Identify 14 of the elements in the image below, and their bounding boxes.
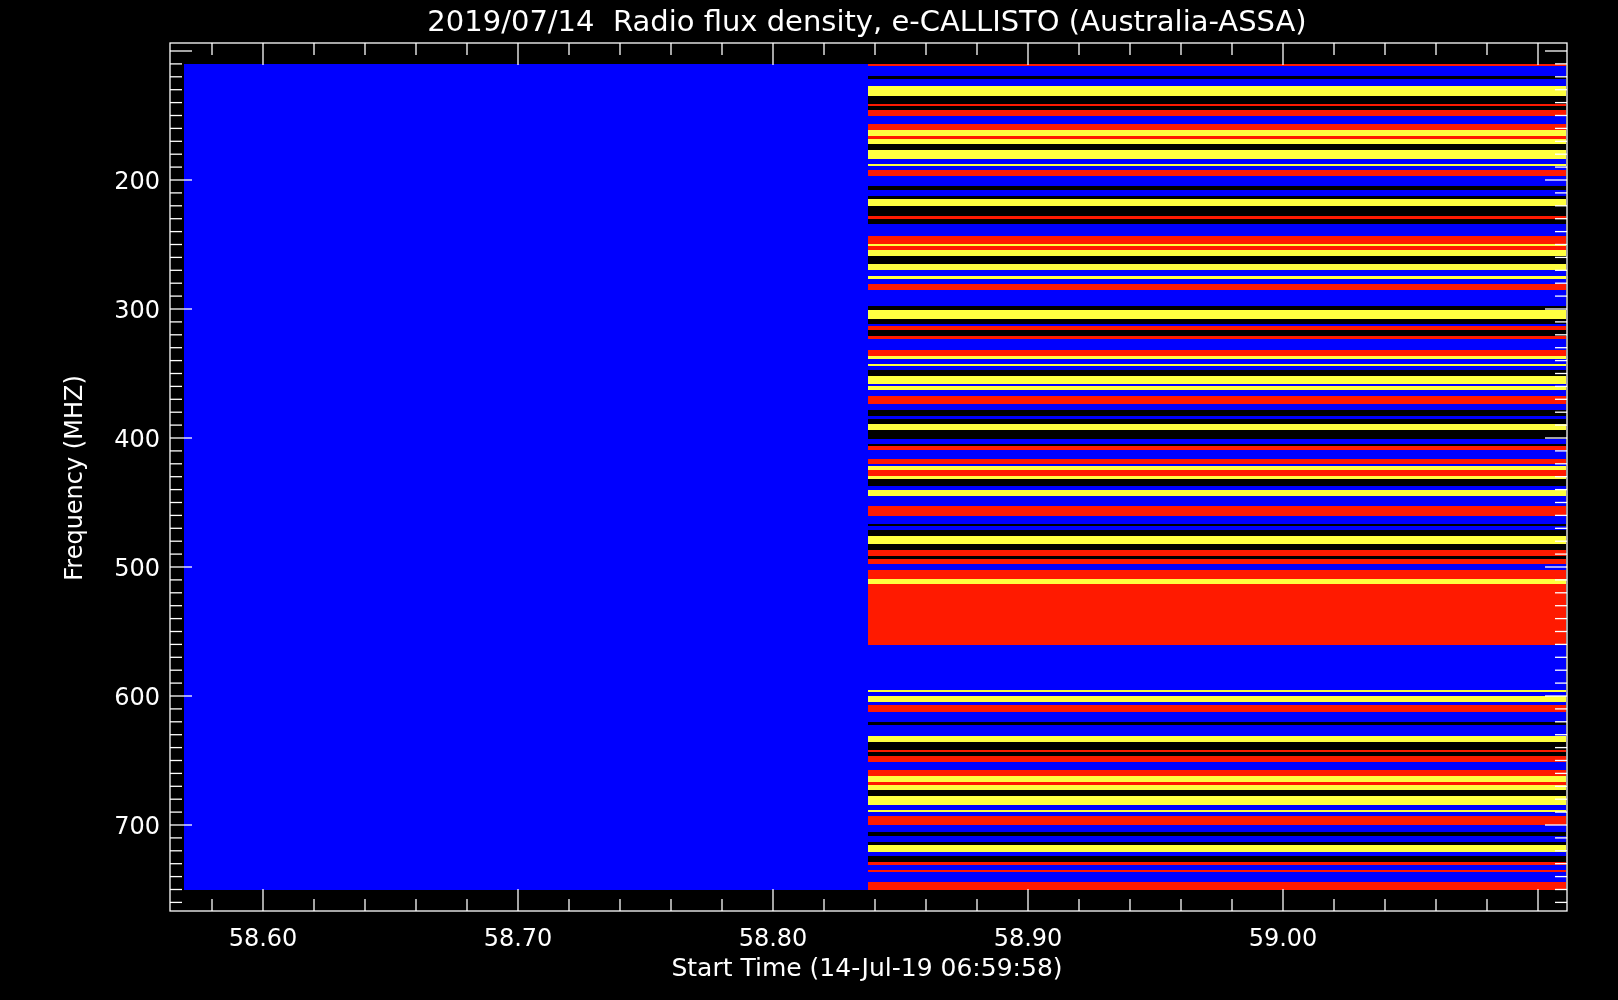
y-tick-label: 700 — [114, 812, 160, 840]
y-tick-label: 200 — [114, 167, 160, 195]
x-tick-label: 58.60 — [228, 924, 298, 952]
x-axis-label: Start Time (14-Jul-19 06:59:58) — [671, 953, 1063, 982]
y-axis-label: Frequency (MHZ) — [60, 375, 88, 581]
x-tick-label: 58.90 — [993, 924, 1063, 952]
y-tick-label: 500 — [114, 554, 160, 582]
y-tick-label: 400 — [114, 425, 160, 453]
x-tick-label: 58.70 — [483, 924, 553, 952]
chart-title: 2019/07/14 Radio flux density, e-CALLISTO (Australia-ASSA) — [427, 4, 1307, 38]
y-tick-label: 300 — [114, 296, 160, 324]
y-tick-label: 600 — [114, 683, 160, 711]
x-tick-label: 59.00 — [1248, 924, 1318, 952]
x-tick-label: 58.80 — [738, 924, 808, 952]
